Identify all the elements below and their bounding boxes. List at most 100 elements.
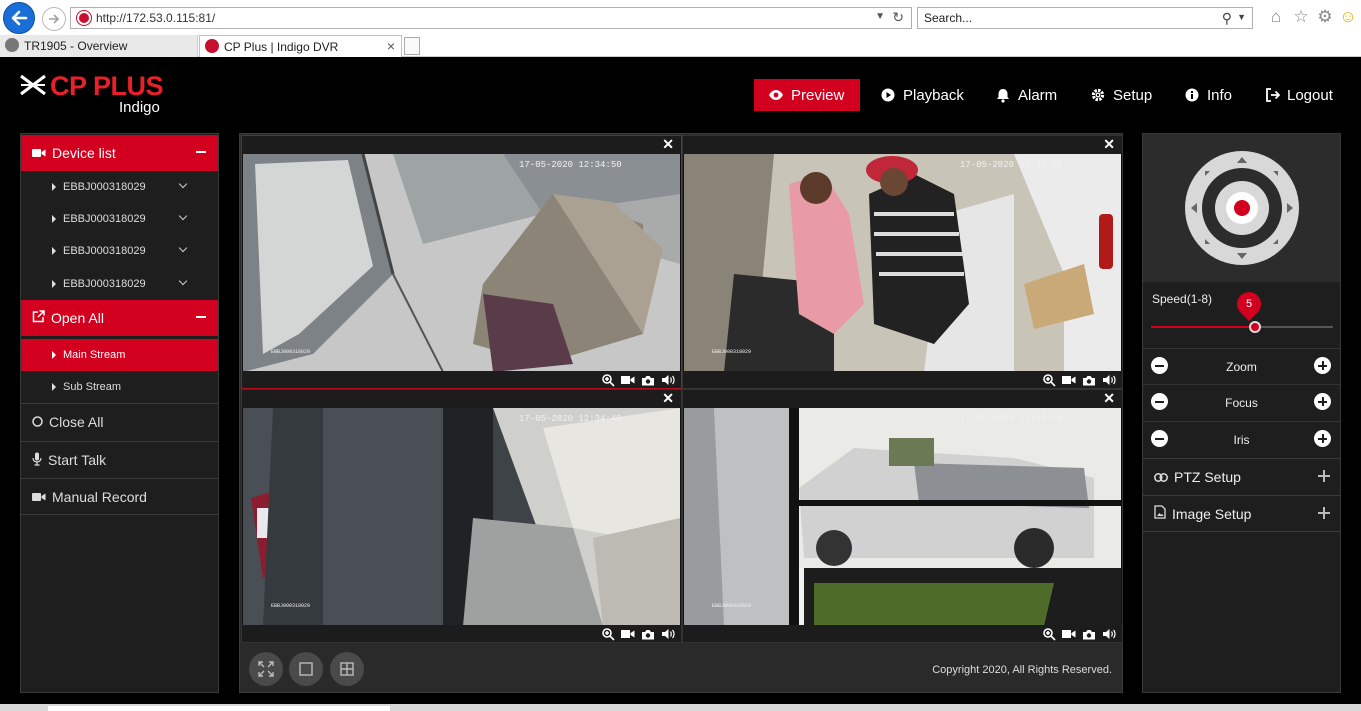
device-item[interactable]: EBBJ000318029: [21, 171, 218, 203]
focus-plus-button[interactable]: [1314, 393, 1331, 410]
arrow-down-right-icon[interactable]: [1273, 239, 1278, 244]
nav-preview[interactable]: Preview: [754, 79, 860, 111]
favorites-star-icon[interactable]: ☆: [1291, 7, 1311, 27]
search-dropdown-icon[interactable]: ▼: [1237, 12, 1246, 22]
speed-value: 5: [1245, 298, 1253, 310]
open-all-header[interactable]: Open All: [21, 300, 218, 336]
close-icon[interactable]: ✕: [662, 136, 674, 153]
video-feed-4[interactable]: 17-05-2020 12:34:50 EBBJ000318029: [684, 408, 1121, 626]
device-item[interactable]: EBBJ000318029: [21, 203, 218, 235]
camera-tile-2[interactable]: ✕ 17-05-2020 12:34:50 EBBJ000318029: [682, 135, 1123, 389]
audio-speaker-icon[interactable]: [1102, 627, 1116, 641]
zoom-in-icon[interactable]: [601, 627, 615, 641]
speed-slider[interactable]: 5: [1151, 287, 1333, 333]
camera-tile-1[interactable]: ✕ 17-05-2020 12:34:50 EBBJ000318029: [241, 135, 682, 389]
nav-setup[interactable]: Setup: [1076, 79, 1166, 111]
search-input[interactable]: [924, 10, 1204, 26]
video-feed-1[interactable]: 17-05-2020 12:34:50 EBBJ000318029: [243, 154, 680, 372]
zoom-in-icon[interactable]: [1042, 627, 1056, 641]
forward-button[interactable]: [42, 7, 66, 31]
ptz-center-button[interactable]: [1215, 181, 1269, 235]
audio-speaker-icon[interactable]: [661, 373, 675, 387]
close-all-button[interactable]: Close All: [21, 403, 218, 440]
zoom-in-icon[interactable]: [1042, 373, 1056, 387]
nav-info[interactable]: Info: [1170, 79, 1246, 111]
tile-titlebar: ✕: [242, 390, 681, 408]
record-video-icon[interactable]: [621, 373, 635, 387]
close-icon[interactable]: ✕: [662, 390, 674, 407]
smiley-feedback-icon[interactable]: ☺: [1338, 7, 1358, 27]
snapshot-camera-icon[interactable]: [641, 627, 655, 641]
settings-gear-icon[interactable]: ⚙: [1315, 7, 1335, 27]
arrow-up-icon[interactable]: [1237, 157, 1247, 163]
nav-setup-label: Setup: [1113, 86, 1153, 104]
tab-overview[interactable]: TR1905 - Overview: [0, 35, 198, 57]
chevron-down-icon[interactable]: [178, 276, 188, 286]
start-talk-button[interactable]: Start Talk: [21, 441, 218, 478]
camera-tile-4[interactable]: ✕ 17-05-2020 12:34:50 EBBJ000318029: [682, 389, 1123, 643]
slider-knob[interactable]: [1249, 321, 1261, 333]
device-item[interactable]: EBBJ000318029: [21, 235, 218, 267]
audio-speaker-icon[interactable]: [661, 627, 675, 641]
nav-playback[interactable]: Playback: [866, 79, 978, 111]
address-dropdown-icon[interactable]: ▼: [875, 11, 885, 22]
close-tab-icon[interactable]: ×: [387, 38, 395, 54]
device-list-header[interactable]: Device list: [21, 135, 218, 171]
record-video-icon[interactable]: [1062, 373, 1076, 387]
search-icon[interactable]: ⚲: [1222, 10, 1232, 27]
video-feed-3[interactable]: 17-05-2020 12:34:49 EBBJ000318029: [243, 408, 680, 626]
snapshot-camera-icon[interactable]: [1082, 373, 1096, 387]
manual-record-button[interactable]: Manual Record: [21, 478, 218, 515]
focus-row: Focus: [1143, 384, 1340, 420]
quad-view-button[interactable]: [330, 652, 364, 686]
zoom-plus-button[interactable]: [1314, 357, 1331, 374]
arrow-up-left-icon[interactable]: [1205, 171, 1210, 176]
fullscreen-button[interactable]: [249, 652, 283, 686]
collapse-minus-icon[interactable]: [196, 316, 206, 318]
device-item[interactable]: EBBJ000318029: [21, 268, 218, 300]
osd-channel-name: EBBJ000318029: [271, 603, 311, 609]
browser-search[interactable]: ⚲ ▼: [917, 7, 1253, 29]
home-icon[interactable]: ⌂: [1266, 7, 1286, 27]
video-feed-2[interactable]: 17-05-2020 12:34:50 EBBJ000318029: [684, 154, 1121, 372]
audio-speaker-icon[interactable]: [1102, 373, 1116, 387]
ptz-direction-wheel[interactable]: [1185, 151, 1299, 265]
refresh-icon[interactable]: ↻: [892, 9, 904, 26]
arrow-down-left-icon[interactable]: [1205, 239, 1210, 244]
sub-stream-item[interactable]: Sub Stream: [21, 371, 218, 403]
video-frame-image: [243, 408, 680, 626]
new-tab-button[interactable]: [404, 37, 420, 55]
main-stream-item[interactable]: Main Stream: [21, 339, 218, 371]
chevron-down-icon[interactable]: [178, 243, 188, 253]
address-bar[interactable]: ▼ ↻: [70, 7, 912, 29]
expand-plus-icon[interactable]: [1318, 470, 1330, 482]
image-setup-row[interactable]: Image Setup: [1143, 495, 1340, 532]
tab-cp-plus[interactable]: CP Plus | Indigo DVR ×: [199, 35, 402, 57]
chevron-down-icon[interactable]: [178, 179, 188, 189]
expand-plus-icon[interactable]: [1318, 507, 1330, 519]
record-video-icon[interactable]: [621, 627, 635, 641]
collapse-minus-icon[interactable]: [196, 151, 206, 153]
close-icon[interactable]: ✕: [1103, 390, 1115, 407]
zoom-in-icon[interactable]: [601, 373, 615, 387]
tile-controls-bar: [683, 625, 1122, 642]
arrow-up-right-icon[interactable]: [1273, 171, 1278, 176]
snapshot-camera-icon[interactable]: [1082, 627, 1096, 641]
ptz-panel: Speed(1-8) 5 Zoom Focus Iris PTZ Setup I…: [1142, 133, 1341, 693]
record-video-icon[interactable]: [1062, 627, 1076, 641]
chevron-down-icon[interactable]: [178, 211, 188, 221]
camera-tile-3[interactable]: ✕ 17-05-2020 12:34:49 EBBJ000318029: [241, 389, 682, 643]
nav-logout[interactable]: Logout: [1250, 79, 1347, 111]
tile-controls-bar: [683, 371, 1122, 388]
arrow-left-icon[interactable]: [1191, 203, 1197, 213]
back-button[interactable]: [3, 2, 35, 34]
iris-plus-button[interactable]: [1314, 430, 1331, 447]
arrow-down-icon[interactable]: [1237, 253, 1247, 259]
nav-alarm[interactable]: Alarm: [981, 79, 1071, 111]
ptz-setup-row[interactable]: PTZ Setup: [1143, 458, 1340, 495]
single-view-button[interactable]: [289, 652, 323, 686]
address-input[interactable]: [96, 10, 796, 26]
snapshot-camera-icon[interactable]: [641, 373, 655, 387]
close-icon[interactable]: ✕: [1103, 136, 1115, 153]
arrow-right-icon[interactable]: [1287, 203, 1293, 213]
